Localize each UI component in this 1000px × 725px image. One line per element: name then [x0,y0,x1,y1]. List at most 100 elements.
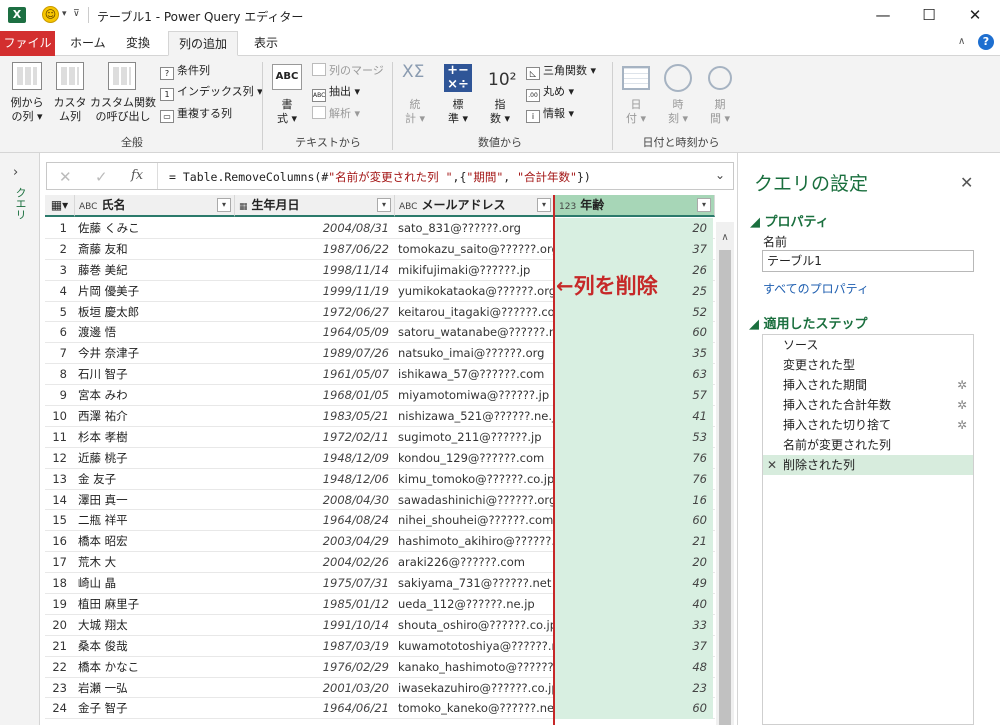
cell-name[interactable]: 宮本 みわ [75,385,233,406]
tab-transform[interactable]: 変換 [116,31,160,56]
scientific-button[interactable]: 指数 ▾ [484,98,516,126]
filter-dropdown-icon[interactable]: ▾ [537,198,551,212]
applied-step[interactable]: 挿入された合計年数 ✲ [763,395,973,415]
expand-formula-icon[interactable]: ⌄ [715,168,725,182]
cell-birthdate[interactable]: 1976/02/29 [235,657,393,678]
minimize-button[interactable]: — [868,4,898,26]
cell-name[interactable]: 崎山 晶 [75,573,233,594]
queries-pane-collapsed[interactable]: › クエリ [0,153,40,725]
cell-birthdate[interactable]: 2004/08/31 [235,218,393,239]
cell-email[interactable]: kanako_hashimoto@??????.jp [395,657,553,678]
cell-age[interactable]: 41 [555,406,713,427]
row-number[interactable]: 21 [45,636,73,657]
cell-age[interactable]: 20 [555,218,713,239]
table-row[interactable]: 2 斎藤 友和 1987/06/22 tomokazu_saito@??????.or… [45,238,715,260]
cell-name[interactable]: 荒木 大 [75,552,233,573]
cell-email[interactable]: sakiyama_731@??????.net [395,573,553,594]
row-number[interactable]: 9 [45,385,73,406]
table-row[interactable]: 5 板垣 慶太郎 1972/06/27 keitarou_itagaki@??????… [45,301,715,323]
cell-email[interactable]: yumikokataoka@??????.org [395,281,553,302]
cell-email[interactable]: ueda_112@??????.ne.jp [395,594,553,615]
table-row[interactable]: 14 澤田 真一 2008/04/30 sawadashinichi@??????.o… [45,489,715,511]
row-number[interactable]: 16 [45,531,73,552]
tab-add-column[interactable]: 列の追加 [168,31,239,56]
cell-name[interactable]: 澤田 真一 [75,490,233,511]
cell-name[interactable]: 二瓶 祥平 [75,510,233,531]
parse-button[interactable]: 解析 ▾ [312,105,360,123]
rounding-button[interactable]: .00 丸め ▾ [526,83,574,102]
confirm-formula-icon[interactable]: ✓ [95,168,108,186]
close-settings-icon[interactable]: ✕ [960,173,973,192]
cell-birthdate[interactable]: 1987/06/22 [235,239,393,260]
table-row[interactable]: 24 金子 智子 1964/06/21 tomoko_kaneko@??????.ne… [45,698,715,720]
cell-name[interactable]: 橋本 昭宏 [75,531,233,552]
cell-birthdate[interactable]: 1961/05/07 [235,364,393,385]
table-row[interactable]: 16 橋本 昭宏 2003/04/29 hashimoto_akihiro@?????… [45,531,715,553]
cell-age[interactable]: 53 [555,426,713,448]
row-number[interactable]: 11 [45,427,73,448]
cell-birthdate[interactable]: 1968/01/05 [235,385,393,406]
cell-birthdate[interactable]: 1985/01/12 [235,594,393,615]
cell-name[interactable]: 金子 智子 [75,698,233,719]
table-row[interactable]: 19 植田 麻里子 1985/01/12 ueda_112@??????.ne.jp 4… [45,594,715,615]
column-header-name[interactable]: ABC 氏名 ▾ [75,195,235,217]
cell-birthdate[interactable]: 2004/02/26 [235,552,393,573]
row-number[interactable]: 5 [45,302,73,323]
table-row[interactable]: 21 桑本 俊哉 1987/03/19 kuwamototoshiya@??????.… [45,635,715,657]
custom-column-button[interactable]: カスタ ム列 [52,96,88,124]
cell-birthdate[interactable]: 1948/12/06 [235,469,393,490]
cell-name[interactable]: 佐藤 くみこ [75,218,233,239]
cell-age[interactable]: 49 [555,573,713,595]
cell-email[interactable]: sawadashinichi@??????.org [395,490,553,511]
cell-age[interactable]: 23 [555,677,713,699]
row-number[interactable]: 7 [45,343,73,364]
filter-dropdown-icon[interactable]: ▾ [377,198,391,212]
cell-name[interactable]: 岩瀬 一弘 [75,678,233,699]
cell-email[interactable]: nishizawa_521@??????.ne.jp [395,406,553,427]
cell-birthdate[interactable]: 1998/11/14 [235,260,393,281]
cell-email[interactable]: keitarou_itagaki@??????.com [395,302,553,323]
scroll-up-icon[interactable]: ∧ [716,232,734,243]
cell-age[interactable]: 48 [555,656,713,678]
cell-birthdate[interactable]: 2001/03/20 [235,678,393,699]
cell-name[interactable]: 杉本 孝樹 [75,427,233,448]
applied-steps-header[interactable]: ◢ 適用したステップ [749,313,868,332]
cell-age[interactable]: 60 [555,322,713,344]
cell-birthdate[interactable]: 1964/05/09 [235,322,393,343]
row-number[interactable]: 19 [45,594,73,615]
cell-birthdate[interactable]: 1948/12/09 [235,448,393,469]
duplicate-column-button[interactable]: ▭ 重複する列 [160,105,232,123]
row-number[interactable]: 10 [45,406,73,427]
table-row[interactable]: 20 大城 翔太 1991/10/14 shouta_oshiro@??????.co… [45,614,715,636]
row-number[interactable]: 13 [45,469,73,490]
extract-button[interactable]: ABC 抽出 ▾ [312,83,360,102]
cell-email[interactable]: hashimoto_akihiro@??????.jp [395,531,553,552]
cell-email[interactable]: mikifujimaki@??????.jp [395,260,553,281]
filter-dropdown-icon[interactable]: ▾ [697,198,711,212]
row-number[interactable]: 4 [45,281,73,302]
row-number[interactable]: 23 [45,678,73,699]
cell-age[interactable]: 40 [555,594,713,615]
maximize-button[interactable]: ☐ [914,4,944,26]
cell-birthdate[interactable]: 1991/10/14 [235,615,393,636]
expand-queries-icon[interactable]: › [13,165,18,180]
applied-step[interactable]: 挿入された切り捨て ✲ [763,415,973,435]
table-row[interactable]: 18 崎山 晶 1975/07/31 sakiyama_731@??????.net 4… [45,573,715,595]
cell-age[interactable]: 16 [555,489,713,511]
format-button[interactable]: 書式 ▾ [272,98,302,126]
cell-email[interactable]: kuwamototoshiya@??????.net [395,636,553,657]
fx-icon[interactable]: fx [131,168,143,183]
row-number[interactable]: 1 [45,218,73,239]
help-icon[interactable]: ? [978,34,994,50]
cell-email[interactable]: miyamotomiwa@??????.jp [395,385,553,406]
cell-birthdate[interactable]: 1999/11/19 [235,281,393,302]
cell-age[interactable]: 60 [555,510,713,532]
cell-name[interactable]: 今井 奈津子 [75,343,233,364]
cell-email[interactable]: shouta_oshiro@??????.co.jp [395,615,553,636]
all-properties-link[interactable]: すべてのプロパティ [763,280,869,297]
cell-birthdate[interactable]: 1964/08/24 [235,510,393,531]
tab-home[interactable]: ホーム [60,31,116,56]
information-button[interactable]: i 情報 ▾ [526,105,574,123]
cell-birthdate[interactable]: 1987/03/19 [235,636,393,657]
merge-columns-button[interactable]: 列のマージ [312,62,384,80]
